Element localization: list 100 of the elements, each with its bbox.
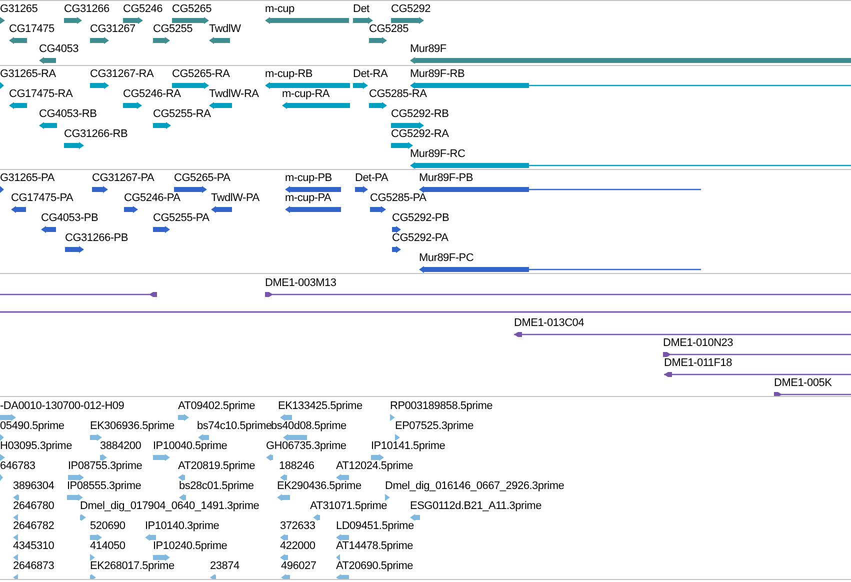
feature-glyph[interactable]: [209, 37, 230, 44]
feature-glyph[interactable]: [153, 226, 170, 233]
feature-glyph[interactable]: [0, 291, 157, 298]
feature-glyph[interactable]: [355, 186, 368, 193]
feature-label: TwdlW: [209, 22, 241, 36]
feature-label: CG5265-RA: [172, 67, 230, 81]
feature-label: CG17475: [9, 22, 54, 36]
feature-glyph[interactable]: [172, 17, 209, 24]
feature-glyph[interactable]: [209, 102, 232, 109]
feature-glyph[interactable]: [391, 17, 424, 24]
feature-glyph[interactable]: [124, 206, 138, 213]
feature-glyph[interactable]: [64, 142, 84, 149]
feature-label: ESG0112d.B21_A11.3prime: [410, 499, 542, 513]
feature-glyph[interactable]: [123, 102, 142, 109]
feature-glyph[interactable]: [65, 246, 84, 253]
feature-label: IP10140.3prime: [145, 519, 220, 533]
feature-label: 3896304: [13, 479, 54, 493]
feature-label: TwdlW-PA: [211, 191, 260, 205]
feature-glyph[interactable]: [410, 162, 851, 169]
feature-label: DME1-010N23: [663, 336, 734, 350]
feature-label: G31265: [0, 2, 38, 16]
feature-label: 646783: [0, 459, 36, 473]
feature-glyph[interactable]: [410, 82, 851, 89]
feature-label: 23874: [210, 559, 240, 573]
feature-glyph[interactable]: [90, 82, 109, 89]
feature-glyph[interactable]: [282, 102, 350, 109]
feature-label: 372633: [280, 519, 316, 533]
feature-glyph[interactable]: [265, 291, 851, 298]
feature-glyph[interactable]: [285, 186, 341, 193]
feature-label: m-cup: [265, 2, 294, 16]
feature-label: CG5285-RA: [369, 87, 427, 101]
feature-label: CG5255-PA: [153, 211, 210, 225]
feature-glyph[interactable]: [265, 17, 349, 24]
feature-label: Mur89F-RB: [410, 67, 465, 81]
feature-label: 05490.5prime: [0, 419, 64, 433]
feature-glyph[interactable]: [391, 142, 413, 149]
feature-glyph[interactable]: [353, 17, 373, 24]
feature-glyph[interactable]: [392, 246, 401, 253]
feature-glyph[interactable]: [41, 226, 56, 233]
feature-glyph[interactable]: [11, 206, 26, 213]
feature-label: CG17475-PA: [11, 191, 74, 205]
feature-label: EP07525.3prime: [395, 419, 474, 433]
feature-glyph[interactable]: [172, 82, 209, 89]
feature-label: 414050: [90, 539, 126, 553]
feature-glyph[interactable]: [391, 122, 424, 129]
feature-glyph[interactable]: [369, 102, 387, 109]
feature-glyph[interactable]: [123, 17, 143, 24]
feature-glyph[interactable]: [353, 82, 368, 89]
feature-label: CG5292-PB: [392, 211, 450, 225]
feature-glyph[interactable]: [370, 206, 386, 213]
feature-label: Mur89F-PB: [419, 171, 473, 185]
feature-label: 2646782: [13, 519, 54, 533]
feature-glyph[interactable]: [0, 82, 4, 89]
feature-label: CG5285: [369, 22, 408, 36]
feature-label: m-cup-RB: [265, 67, 313, 81]
feature-glyph[interactable]: [64, 17, 82, 24]
feature-label: CG5265-PA: [174, 171, 230, 185]
feature-glyph[interactable]: [92, 186, 108, 193]
feature-label: EK268017.5prime: [90, 559, 174, 573]
feature-glyph[interactable]: [369, 37, 387, 44]
feature-glyph[interactable]: [9, 102, 27, 109]
feature-glyph[interactable]: [392, 226, 401, 233]
feature-label: TwdlW-RA: [209, 87, 259, 101]
feature-glyph[interactable]: [664, 371, 851, 378]
feature-label: H03095.3prime: [0, 439, 72, 453]
feature-label: CG31267: [90, 22, 136, 36]
feature-label: CG5265: [172, 2, 212, 16]
feature-label: AT09402.5prime: [178, 399, 256, 413]
feature-label: CG5285-PA: [370, 191, 426, 205]
feature-glyph[interactable]: [9, 37, 27, 44]
feature-label: CG5246: [123, 2, 162, 16]
feature-label: bs28c01.5prime: [179, 479, 254, 493]
feature-label: IP08755.3prime: [68, 459, 142, 473]
feature-glyph[interactable]: [174, 186, 207, 193]
feature-glyph[interactable]: [514, 331, 851, 338]
feature-glyph[interactable]: [39, 57, 56, 64]
feature-glyph[interactable]: [39, 122, 57, 129]
feature-glyph[interactable]: [153, 122, 171, 129]
feature-glyph[interactable]: [211, 206, 232, 213]
feature-glyph[interactable]: [774, 391, 851, 396]
feature-label: m-cup-PA: [285, 191, 332, 205]
feature-glyph[interactable]: [0, 17, 5, 24]
feature-label: G31265-PA: [0, 171, 54, 185]
feature-label: EK133425.5prime: [278, 399, 362, 413]
feature-label: CG5292: [391, 2, 430, 16]
feature-label: EK306936.5prime: [90, 419, 174, 433]
feature-label: 496027: [281, 559, 316, 573]
feature-glyph[interactable]: [663, 351, 851, 358]
feature-glyph[interactable]: [153, 37, 170, 44]
feature-glyph[interactable]: [419, 186, 701, 193]
feature-glyph[interactable]: [90, 37, 109, 44]
feature-glyph[interactable]: [265, 82, 350, 89]
feature-glyph[interactable]: [410, 57, 851, 64]
feature-label: CG5292-RA: [391, 127, 449, 141]
feature-glyph[interactable]: [0, 186, 4, 193]
feature-label: AT20819.5prime: [178, 459, 256, 473]
feature-label: CG31267-PA: [92, 171, 154, 185]
feature-label: AT12024.5prime: [336, 459, 414, 473]
feature-glyph[interactable]: [419, 266, 701, 273]
feature-glyph[interactable]: [285, 206, 341, 213]
